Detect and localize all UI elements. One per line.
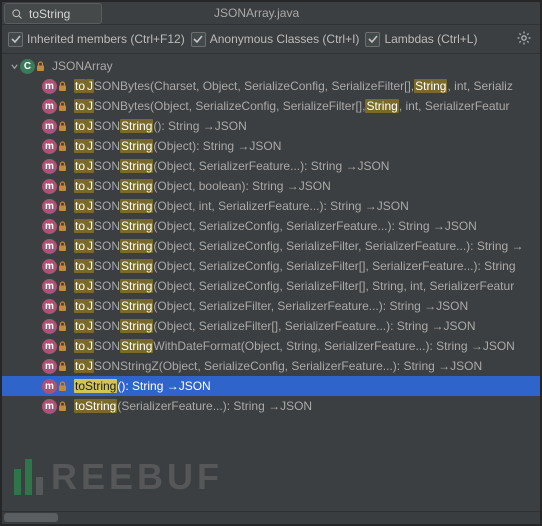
gear-icon[interactable]	[514, 28, 534, 51]
class-name: JSONArray	[52, 59, 113, 73]
method-icon: m	[42, 239, 57, 254]
lock-icon	[58, 400, 68, 412]
lock-icon	[36, 60, 46, 72]
method-row[interactable]: m toJSONString(Object, SerializeFilter, S…	[2, 296, 540, 316]
method-icon: m	[42, 299, 57, 314]
method-icon: m	[42, 219, 57, 234]
lock-icon	[58, 220, 68, 232]
lock-icon	[58, 180, 68, 192]
inherited-checkbox[interactable]: Inherited members (Ctrl+F12)	[8, 32, 185, 47]
method-row[interactable]: m toString(): String →JSON	[2, 376, 540, 396]
lock-icon	[58, 160, 68, 172]
method-row[interactable]: m toJSONString(Object, SerializeFilter[],…	[2, 316, 540, 336]
method-row[interactable]: m toJSONString(Object): String →JSON	[2, 136, 540, 156]
method-signature: toJSONString(Object): String →JSON	[74, 139, 281, 153]
lock-icon	[58, 280, 68, 292]
method-icon: m	[42, 79, 57, 94]
anon-checkbox[interactable]: Anonymous Classes (Ctrl+I)	[191, 32, 360, 47]
horizontal-scrollbar[interactable]	[2, 511, 540, 524]
anon-label: Anonymous Classes (Ctrl+I)	[210, 32, 360, 46]
lock-icon	[58, 300, 68, 312]
lock-icon	[58, 120, 68, 132]
method-signature: toJSONString(Object, SerializerFeature..…	[74, 159, 389, 173]
member-tree: C JSONArray m toJSONBytes(Charset, Object…	[2, 54, 540, 416]
method-signature: toJSONBytes(Charset, Object, SerializeCo…	[74, 79, 513, 93]
method-row[interactable]: m toJSONString(Object, SerializeConfig, S…	[2, 256, 540, 276]
lambdas-label: Lambdas (Ctrl+L)	[384, 32, 477, 46]
method-row[interactable]: m toString(SerializerFeature...): String …	[2, 396, 540, 416]
method-signature: toJSONStringWithDateFormat(Object, Strin…	[74, 339, 515, 353]
lock-icon	[58, 380, 68, 392]
method-icon: m	[42, 259, 57, 274]
method-signature: toString(SerializerFeature...): String →…	[74, 399, 312, 413]
method-icon: m	[42, 379, 57, 394]
method-signature: toJSONBytes(Object, SerializeConfig, Ser…	[74, 99, 510, 113]
search-input[interactable]	[27, 4, 101, 24]
search-field[interactable]	[4, 3, 102, 24]
method-row[interactable]: m toJSONString(): String →JSON	[2, 116, 540, 136]
method-signature: toString(): String →JSON	[74, 379, 211, 393]
method-icon: m	[42, 359, 57, 374]
class-row[interactable]: C JSONArray	[2, 56, 540, 76]
method-signature: toJSONString(Object, int, SerializerFeat…	[74, 199, 409, 213]
lock-icon	[58, 340, 68, 352]
method-signature: toJSONString(Object, SerializeFilter[], …	[74, 319, 475, 333]
method-signature: toJSONString(Object, SerializeConfig, Se…	[74, 239, 524, 253]
method-row[interactable]: m toJSONStringWithDateFormat(Object, Stri…	[2, 336, 540, 356]
method-row[interactable]: m toJSONString(Object, SerializeConfig, S…	[2, 276, 540, 296]
chevron-down-icon[interactable]	[8, 62, 20, 71]
method-icon: m	[42, 99, 57, 114]
method-row[interactable]: m toJSONString(Object, int, SerializerFea…	[2, 196, 540, 216]
method-signature: toJSONStringZ(Object, SerializeConfig, S…	[74, 359, 482, 373]
checkmark-icon	[191, 32, 206, 47]
scrollbar-thumb[interactable]	[4, 513, 58, 522]
method-signature: toJSONString(Object, SerializeConfig, Se…	[74, 279, 514, 293]
lock-icon	[58, 260, 68, 272]
method-signature: toJSONString(Object, SerializeFilter, Se…	[74, 299, 468, 313]
method-icon: m	[42, 399, 57, 414]
method-row[interactable]: m toJSONString(Object, boolean): String →…	[2, 176, 540, 196]
lock-icon	[58, 360, 68, 372]
method-icon: m	[42, 199, 57, 214]
method-row[interactable]: m toJSONStringZ(Object, SerializeConfig, …	[2, 356, 540, 376]
method-row[interactable]: m toJSONString(Object, SerializeConfig, S…	[2, 236, 540, 256]
method-icon: m	[42, 279, 57, 294]
file-title: JSONArray.java	[104, 2, 540, 24]
lock-icon	[58, 240, 68, 252]
method-icon: m	[42, 119, 57, 134]
lock-icon	[58, 200, 68, 212]
class-icon: C	[20, 59, 35, 74]
lock-icon	[58, 140, 68, 152]
method-signature: toJSONString(Object, boolean): String →J…	[74, 179, 331, 193]
method-row[interactable]: m toJSONString(Object, SerializeConfig, S…	[2, 216, 540, 236]
checkmark-icon	[8, 32, 23, 47]
method-icon: m	[42, 179, 57, 194]
search-icon	[5, 8, 27, 20]
inherited-label: Inherited members (Ctrl+F12)	[27, 32, 185, 46]
method-icon: m	[42, 139, 57, 154]
lock-icon	[58, 80, 68, 92]
method-row[interactable]: m toJSONBytes(Charset, Object, SerializeC…	[2, 76, 540, 96]
method-icon: m	[42, 339, 57, 354]
watermark-bars-icon	[14, 459, 43, 495]
lock-icon	[58, 320, 68, 332]
lambdas-checkbox[interactable]: Lambdas (Ctrl+L)	[365, 32, 477, 47]
method-icon: m	[42, 159, 57, 174]
lock-icon	[58, 100, 68, 112]
method-row[interactable]: m toJSONBytes(Object, SerializeConfig, Se…	[2, 96, 540, 116]
checkmark-icon	[365, 32, 380, 47]
method-signature: toJSONString(Object, SerializeConfig, Se…	[74, 219, 477, 233]
method-signature: toJSONString(): String →JSON	[74, 119, 247, 133]
watermark: REEBUF	[14, 456, 223, 498]
method-row[interactable]: m toJSONString(Object, SerializerFeature.…	[2, 156, 540, 176]
options-bar: Inherited members (Ctrl+F12) Anonymous C…	[2, 24, 540, 54]
method-signature: toJSONString(Object, SerializeConfig, Se…	[74, 259, 516, 273]
method-icon: m	[42, 319, 57, 334]
